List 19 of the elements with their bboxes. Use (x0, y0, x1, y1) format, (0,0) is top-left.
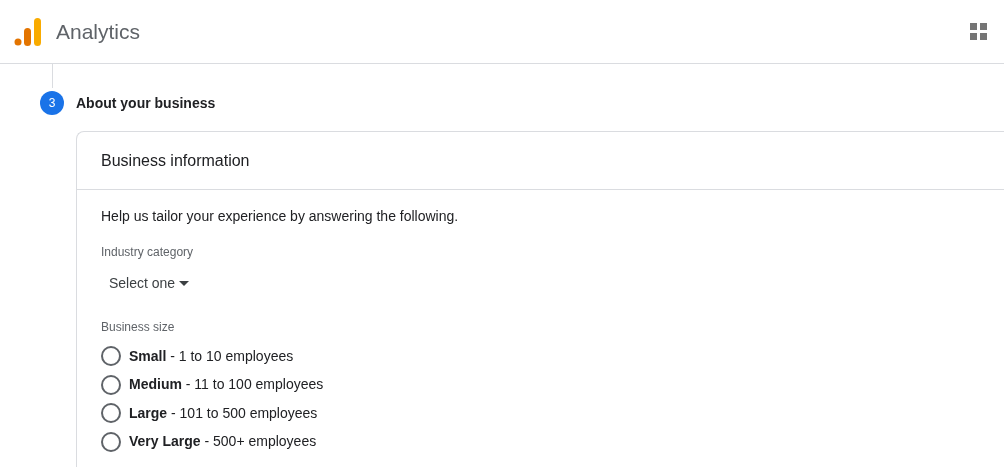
radio-button[interactable] (101, 431, 121, 452)
radio-button[interactable] (101, 403, 121, 424)
logo-icon (14, 15, 42, 48)
intro-text: Help us tailor your experience by answering the following. (101, 207, 460, 226)
industry-dropdown[interactable]: Select one (101, 273, 198, 294)
radio-button[interactable] (101, 374, 121, 395)
app-title: Analytics (56, 18, 141, 45)
step-title: About your business (76, 93, 216, 113)
radio-label[interactable]: Medium - 11 to 100 employees (129, 374, 324, 396)
radio-label[interactable]: Very Large - 500+ employees (129, 431, 317, 453)
apps-grid-icon[interactable] (970, 23, 987, 40)
radio-button[interactable] (101, 346, 121, 367)
field-label: Industry category (101, 244, 195, 261)
step-number: 3 (40, 91, 64, 115)
field-label: Business size (101, 319, 176, 336)
radio-label[interactable]: Small - 1 to 10 employees (129, 345, 294, 367)
caret-icon (179, 281, 190, 286)
radio-label[interactable]: Large - 101 to 500 employees (129, 402, 318, 424)
card-title: Business information (101, 150, 250, 171)
